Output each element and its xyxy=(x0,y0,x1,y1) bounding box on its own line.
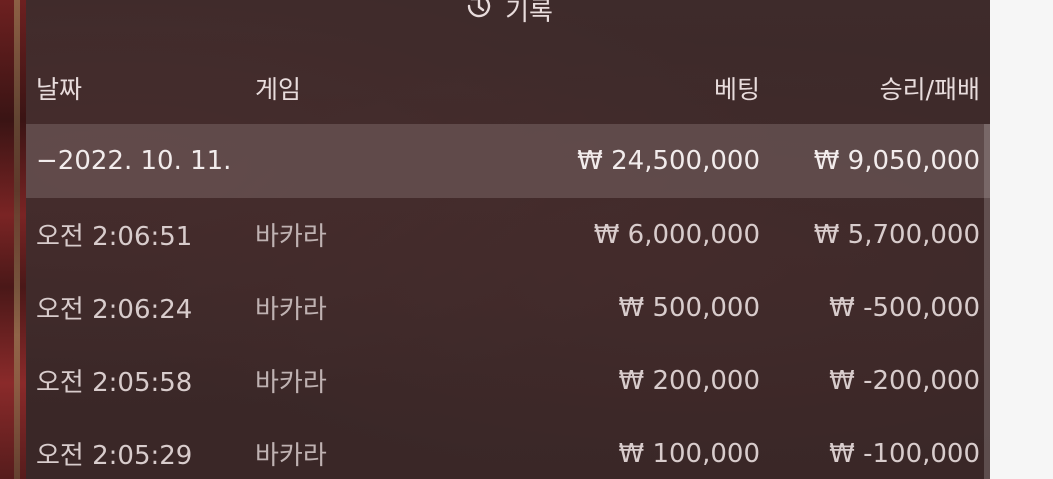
row-time: 오전 2:06:24 xyxy=(36,295,193,325)
row-game: 바카라 xyxy=(255,368,327,398)
table-edge-decoration xyxy=(0,0,26,479)
row-win-loss: ₩ 5,700,000 xyxy=(813,219,980,250)
date-group-win-loss-total: ₩ 9,050,000 xyxy=(813,146,980,176)
row-win-loss: ₩ -200,000 xyxy=(829,365,980,396)
history-title-label: 기록 xyxy=(505,0,553,27)
history-panel: 기록 날짜 게임 베팅 승리/패배 −2022. 10. 11. ₩ 24,50… xyxy=(26,0,990,479)
column-header-date: 날짜 xyxy=(36,75,83,104)
row-bet: ₩ 200,000 xyxy=(618,365,761,396)
row-win-loss: ₩ -500,000 xyxy=(829,292,980,323)
row-time: 오전 2:05:29 xyxy=(36,441,193,471)
history-row[interactable]: 오전 2:05:29 바카라 ₩ 100,000 ₩ -100,000 xyxy=(26,417,990,479)
game-background: 기록 날짜 게임 베팅 승리/패배 −2022. 10. 11. ₩ 24,50… xyxy=(0,0,990,479)
row-bet: ₩ 6,000,000 xyxy=(593,219,760,250)
history-title: 기록 xyxy=(463,0,553,29)
history-row[interactable]: 오전 2:06:24 바카라 ₩ 500,000 ₩ -500,000 xyxy=(26,271,990,344)
row-bet: ₩ 500,000 xyxy=(618,292,761,323)
history-row[interactable]: 오전 2:05:58 바카라 ₩ 200,000 ₩ -200,000 xyxy=(26,344,990,417)
row-win-loss: ₩ -100,000 xyxy=(829,438,980,469)
date-group-label: −2022. 10. 11. xyxy=(36,146,232,176)
row-bet: ₩ 100,000 xyxy=(618,438,761,469)
column-header-bet: 베팅 xyxy=(713,75,760,104)
row-game: 바카라 xyxy=(255,222,327,252)
history-rows: 오전 2:06:51 바카라 ₩ 6,000,000 ₩ 5,700,000 오… xyxy=(26,198,990,479)
column-header-win-loss: 승리/패배 xyxy=(879,75,980,104)
column-header-game: 게임 xyxy=(255,75,302,104)
row-game: 바카라 xyxy=(255,295,327,325)
row-time: 오전 2:06:51 xyxy=(36,222,193,252)
page-margin xyxy=(990,0,1053,479)
date-group-bet-total: ₩ 24,500,000 xyxy=(577,146,760,176)
row-time: 오전 2:05:58 xyxy=(36,368,193,398)
date-group-row[interactable]: −2022. 10. 11. ₩ 24,500,000 ₩ 9,050,000 xyxy=(26,124,990,198)
row-game: 바카라 xyxy=(255,441,327,471)
history-icon xyxy=(463,0,495,29)
history-title-bar: 기록 xyxy=(26,0,990,48)
history-row[interactable]: 오전 2:06:51 바카라 ₩ 6,000,000 ₩ 5,700,000 xyxy=(26,198,990,271)
table-header: 날짜 게임 베팅 승리/패배 xyxy=(26,52,990,124)
